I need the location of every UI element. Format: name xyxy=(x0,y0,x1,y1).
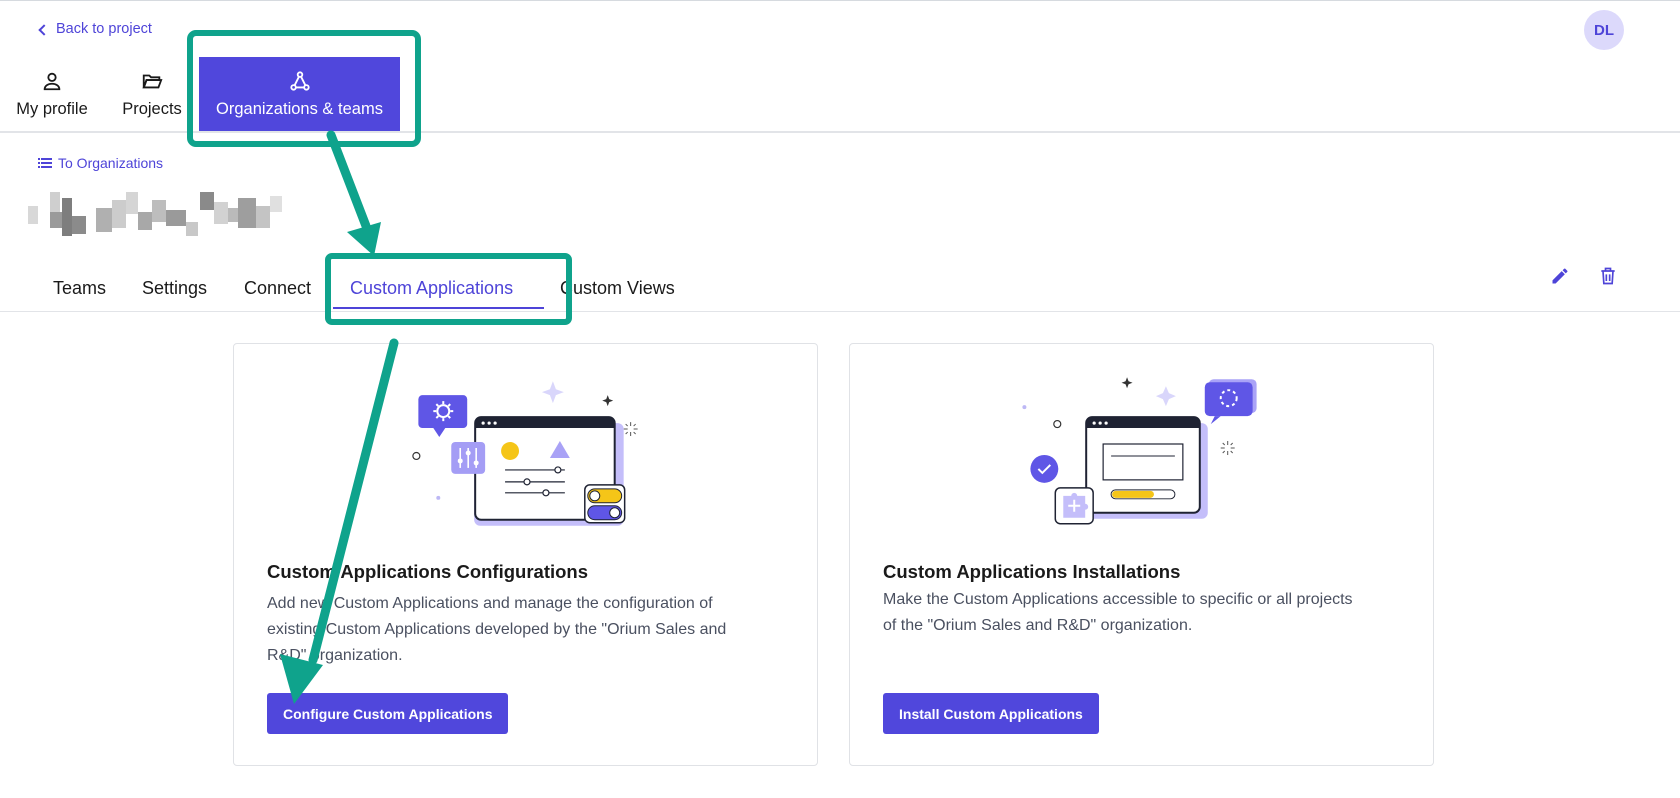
delete-button[interactable] xyxy=(1594,262,1622,290)
active-tab-indicator xyxy=(333,307,544,309)
chevron-left-icon xyxy=(38,23,50,36)
pencil-icon xyxy=(1552,268,1568,284)
card-description-line: of the "Orium Sales and R&D" organizatio… xyxy=(883,617,1193,634)
tab-custom-views[interactable]: Custom Views xyxy=(560,278,675,299)
card-description-line: R&D" organization. xyxy=(267,647,403,664)
edit-button[interactable] xyxy=(1546,262,1574,290)
card-title: Custom Applications Installations xyxy=(883,561,1181,582)
card-description-line: Add new Custom Applications and manage t… xyxy=(267,595,713,612)
card-title: Custom Applications Configurations xyxy=(267,561,589,582)
annotation-arrow xyxy=(326,130,371,231)
configure-custom-applications-button[interactable]: Configure Custom Applications xyxy=(267,693,509,734)
installation-illustration xyxy=(1022,377,1257,525)
user-icon xyxy=(43,72,61,90)
configuration-illustration xyxy=(412,381,638,526)
organization-tabs: Teams Settings Connect Custom Applicatio… xyxy=(0,258,1680,312)
organization-icon xyxy=(289,70,310,91)
avatar[interactable]: DL xyxy=(1584,10,1624,50)
back-to-project-link[interactable]: Back to project xyxy=(38,21,152,37)
to-organizations-label: To Organizations xyxy=(58,155,164,171)
tab-custom-applications[interactable]: Custom Applications xyxy=(350,278,513,299)
folder-open-icon xyxy=(142,74,163,88)
trash-icon xyxy=(1601,267,1615,285)
redacted-organization-name xyxy=(28,192,282,236)
nav-item-label: My profile xyxy=(16,99,88,118)
tab-connect[interactable]: Connect xyxy=(244,278,311,299)
nav-item-organizations-teams[interactable]: Organizations & teams xyxy=(199,57,400,131)
nav-item-projects[interactable]: Projects xyxy=(120,57,184,131)
top-bar: Back to project DL xyxy=(0,0,1680,57)
account-main-nav: My profile Projects Organizations & team… xyxy=(0,57,1680,133)
to-organizations-link[interactable]: To Organizations xyxy=(38,155,163,171)
tab-teams[interactable]: Teams xyxy=(53,278,106,299)
list-icon xyxy=(38,158,52,168)
card-description-line: existing Custom Applications developed b… xyxy=(267,621,727,638)
custom-apps-installations-card: Custom Applications Installations Make t… xyxy=(849,343,1434,766)
nav-item-my-profile[interactable]: My profile xyxy=(13,57,91,131)
nav-item-label: Organizations & teams xyxy=(216,99,383,118)
install-custom-applications-button[interactable]: Install Custom Applications xyxy=(883,693,1099,734)
arrow-head-icon xyxy=(347,222,381,256)
back-to-project-label: Back to project xyxy=(56,21,152,37)
nav-item-label: Projects xyxy=(122,99,182,118)
custom-apps-configurations-card: Custom Applications Configurations Add n… xyxy=(233,343,818,766)
tab-settings[interactable]: Settings xyxy=(142,278,207,299)
card-description-line: Make the Custom Applications accessible … xyxy=(883,591,1353,608)
